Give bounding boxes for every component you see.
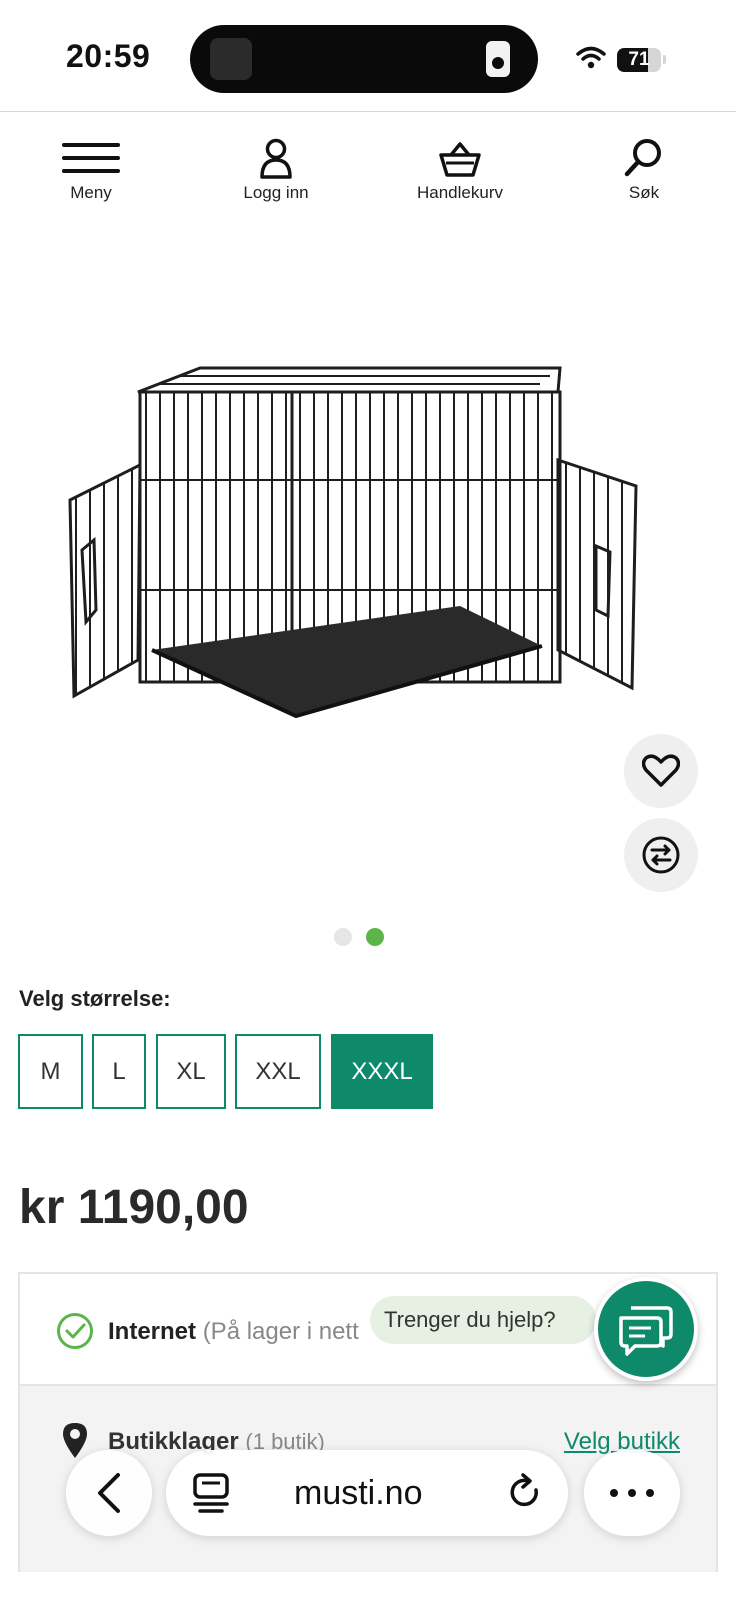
wire-dog-crate-image[interactable] — [60, 360, 660, 760]
basket-icon — [439, 142, 481, 177]
basket-button[interactable]: Handlekurv — [390, 135, 530, 203]
login-button[interactable]: Logg inn — [206, 135, 346, 203]
login-label: Logg inn — [243, 183, 309, 202]
internet-status: (På lager i nett — [202, 1318, 359, 1345]
size-option-m[interactable]: M — [18, 1034, 83, 1109]
carousel-dot[interactable] — [366, 928, 384, 946]
speaker-icon — [486, 41, 510, 77]
size-picker-label: Velg størrelse: — [19, 986, 171, 1011]
reload-icon[interactable] — [506, 1472, 544, 1514]
more-options-button[interactable] — [584, 1450, 680, 1536]
battery-cap — [663, 55, 666, 64]
product-price: kr 1190,00 — [19, 1181, 249, 1234]
chat-prompt[interactable]: Trenger du hjelp? — [370, 1296, 596, 1344]
internet-availability: Internet (På lager i nett — [108, 1318, 359, 1346]
tabs-icon — [193, 1473, 229, 1513]
status-bar: 20:59 71 — [0, 0, 736, 112]
search-button[interactable]: Søk — [574, 135, 714, 203]
compare-arrows-icon — [642, 836, 680, 874]
battery-level: 71 — [628, 49, 650, 70]
more-icon — [610, 1489, 654, 1497]
browser-toolbar: musti.no — [0, 1440, 736, 1600]
address-bar[interactable]: musti.no — [166, 1450, 568, 1536]
now-playing-artwork — [210, 38, 252, 80]
internet-title: Internet — [108, 1318, 197, 1345]
chat-button[interactable] — [594, 1277, 698, 1381]
check-circle-icon — [57, 1313, 93, 1349]
size-option-xxl[interactable]: XXL — [235, 1034, 321, 1109]
wifi-icon — [576, 46, 606, 69]
carousel-dots — [334, 928, 394, 948]
url-text: musti.no — [294, 1474, 423, 1512]
compare-button[interactable] — [624, 818, 698, 892]
site-header-nav: Meny Logg inn Handlekurv Søk — [0, 113, 736, 213]
size-option-l[interactable]: L — [92, 1034, 146, 1109]
size-option-xxxl[interactable]: XXXL — [331, 1034, 433, 1109]
menu-label: Meny — [70, 183, 112, 202]
heart-icon — [642, 754, 680, 787]
user-icon — [260, 138, 292, 179]
battery-icon: 71 — [617, 48, 661, 72]
search-label: Søk — [628, 183, 660, 202]
status-time: 20:59 — [66, 38, 151, 74]
basket-label: Handlekurv — [417, 183, 503, 202]
favorite-button[interactable] — [624, 734, 698, 808]
carousel-dot[interactable] — [334, 928, 352, 946]
chevron-left-icon — [98, 1473, 120, 1513]
hamburger-menu-icon — [62, 143, 120, 173]
chat-icon — [619, 1306, 673, 1356]
size-option-xl[interactable]: XL — [156, 1034, 226, 1109]
search-icon — [624, 139, 661, 177]
back-button[interactable] — [66, 1450, 152, 1536]
dynamic-island — [190, 25, 538, 93]
menu-button[interactable]: Meny — [21, 135, 161, 203]
